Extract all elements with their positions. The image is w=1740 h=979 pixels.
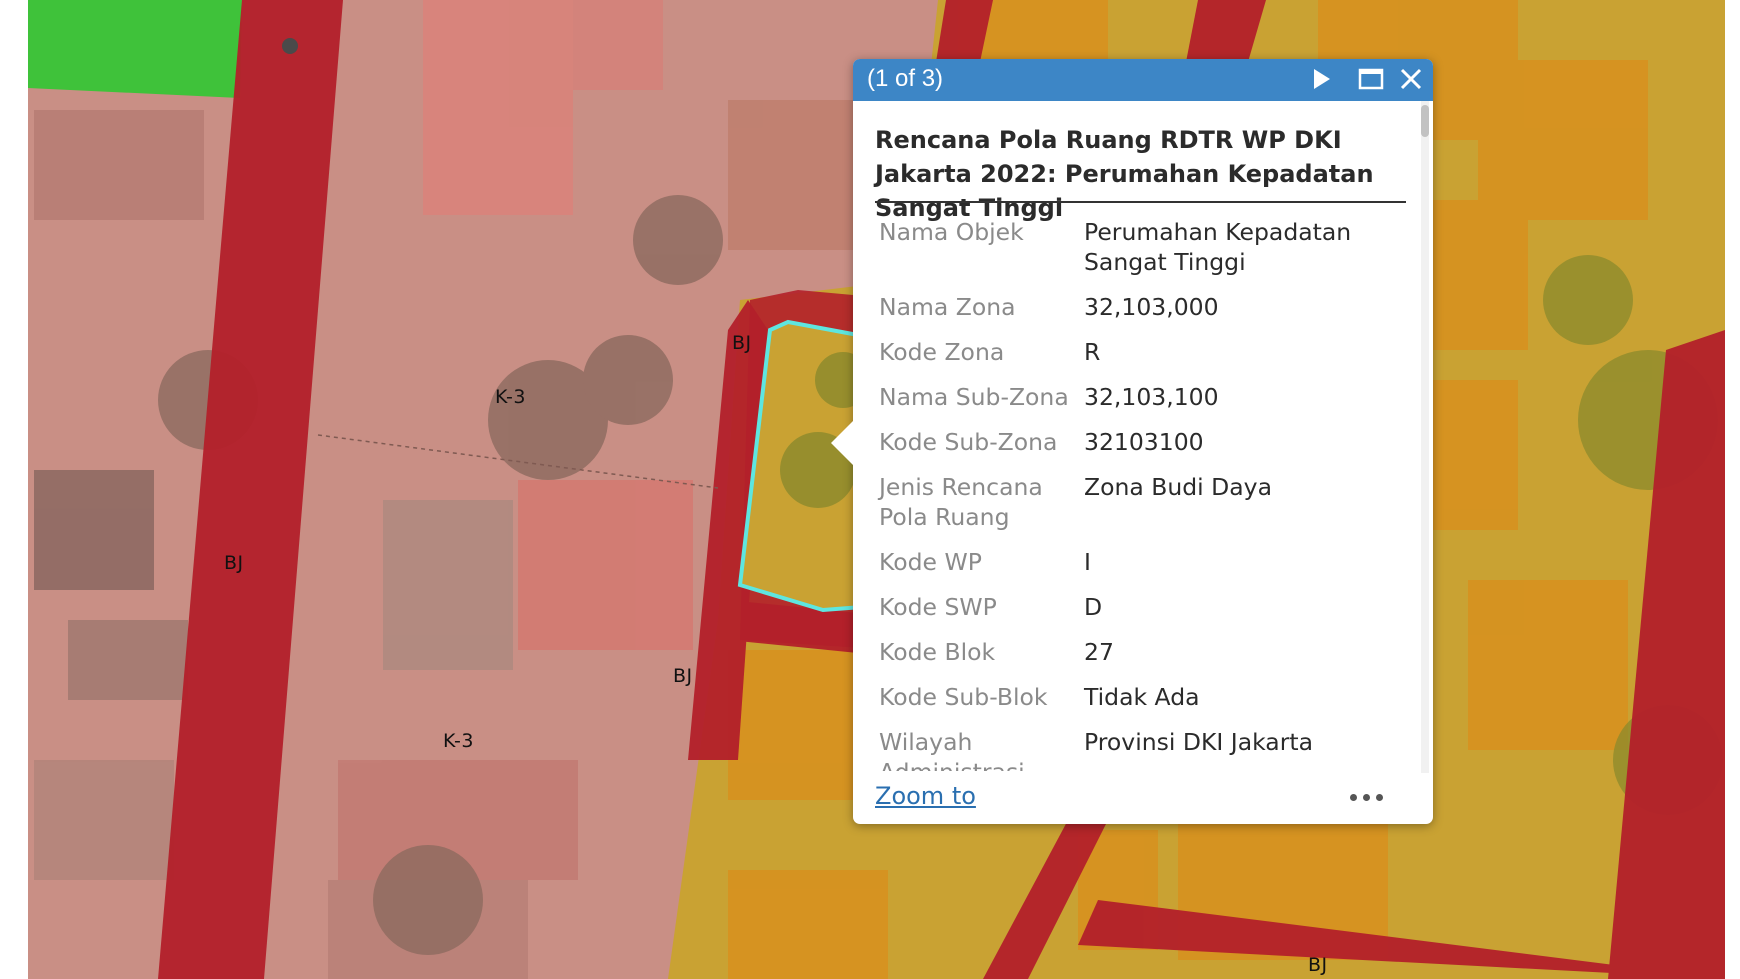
attribute-value: D	[1084, 593, 1103, 621]
attribute-key: Nama Objek	[879, 218, 1024, 246]
zoom-to-link[interactable]: Zoom to	[875, 782, 976, 810]
attribute-key: Wilayah Administrasi	[879, 728, 1025, 771]
popup-content[interactable]: Rencana Pola Ruang RDTR WP DKI Jakarta 2…	[853, 101, 1433, 771]
popup-title: Rencana Pola Ruang RDTR WP DKI Jakarta 2…	[875, 126, 1374, 222]
attribute-row: Kode WP I	[875, 547, 1405, 592]
popup-pointer	[831, 421, 853, 465]
attribute-row: Nama Objek Perumahan Kepadatan Sangat Tin…	[875, 217, 1405, 292]
attribute-table: Nama Objek Perumahan Kepadatan Sangat Tin…	[875, 217, 1405, 771]
attribute-value: Zona Budi Daya	[1084, 473, 1272, 501]
attribute-value: Provinsi DKI Jakarta	[1084, 728, 1313, 756]
feature-popup[interactable]: (1 of 3) Rencana Pola Ruang RDTR WP DKI …	[831, 59, 1433, 824]
attribute-key: Kode Sub-Zona	[879, 428, 1058, 456]
attribute-value: 32,103,000	[1084, 293, 1219, 321]
attribute-row: Kode SWP D	[875, 592, 1405, 637]
zone-label-k3: K-3	[495, 386, 526, 408]
zone-label-bj: BJ	[224, 552, 244, 574]
attribute-row: Wilayah Administrasi Provinsi DKI Jakarta	[875, 727, 1405, 771]
zone-label-bj: BJ	[673, 665, 693, 687]
attribute-row: Jenis Rencana Pola Ruang Zona Budi Daya	[875, 472, 1405, 547]
attribute-row: Nama Zona 32,103,000	[875, 292, 1405, 337]
attribute-key: Kode Zona	[879, 338, 1005, 366]
popup-scrollbar-thumb[interactable]	[1421, 105, 1429, 137]
attribute-row: Nama Sub-Zona 32,103,100	[875, 382, 1405, 427]
title-divider	[875, 201, 1406, 203]
location-marker[interactable]	[282, 38, 298, 54]
attribute-value: Perumahan Kepadatan Sangat Tinggi	[1084, 218, 1352, 276]
attribute-row: Kode Sub-Zona 32103100	[875, 427, 1405, 472]
green-zone	[28, 0, 242, 98]
zone-label-bj: BJ	[1308, 954, 1328, 976]
attribute-value: 32103100	[1084, 428, 1204, 456]
feature-counter: (1 of 3)	[867, 65, 944, 92]
zone-label-bj: BJ	[732, 332, 752, 354]
popup-scrollbar[interactable]	[1421, 101, 1429, 773]
attribute-row: Kode Sub-Blok Tidak Ada	[875, 682, 1405, 727]
attribute-key: Kode WP	[879, 548, 982, 576]
attribute-value: 32,103,100	[1084, 383, 1219, 411]
attribute-row: Kode Zona R	[875, 337, 1405, 382]
attribute-key: Nama Zona	[879, 293, 1016, 321]
attribute-key: Kode Blok	[879, 638, 996, 666]
attribute-row: Kode Blok 27	[875, 637, 1405, 682]
attribute-key: Kode SWP	[879, 593, 997, 621]
play-icon[interactable]	[1312, 67, 1332, 95]
attribute-key: Jenis Rencana Pola Ruang	[879, 473, 1043, 531]
attribute-key: Nama Sub-Zona	[879, 383, 1069, 411]
close-icon[interactable]	[1399, 67, 1423, 95]
attribute-value: Tidak Ada	[1084, 683, 1200, 711]
zone-label-k3: K-3	[443, 730, 474, 752]
attribute-key: Kode Sub-Blok	[879, 683, 1048, 711]
more-icon[interactable]	[1350, 792, 1390, 804]
attribute-value: I	[1084, 548, 1091, 576]
maximize-icon[interactable]	[1358, 67, 1384, 95]
attribute-value: 27	[1084, 638, 1114, 666]
popup-header: (1 of 3)	[853, 59, 1433, 101]
attribute-value: R	[1084, 338, 1101, 366]
